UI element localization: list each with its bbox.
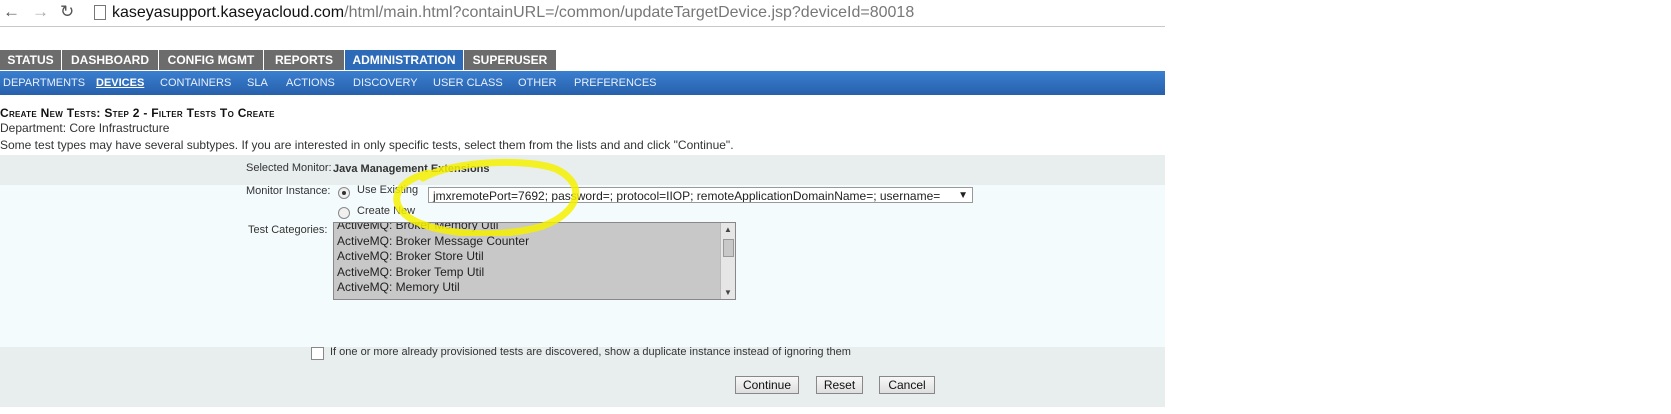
sub-navigation: DEPARTMENTS DEVICES CONTAINERS SLA ACTIO… [0, 71, 1165, 95]
use-existing-label[interactable]: Use Existing [357, 184, 418, 196]
monitor-instance-label: Monitor Instance: [246, 185, 331, 197]
continue-button[interactable]: Continue [735, 376, 799, 394]
list-item[interactable]: ActiveMQ: Broker Store Util [334, 249, 735, 265]
subnav-sla[interactable]: SLA [247, 71, 268, 95]
back-arrow-icon[interactable]: ← [3, 2, 20, 22]
monitor-instance-value: jmxremotePort=7692; password=; protocol=… [433, 189, 941, 203]
browser-address-bar: ← → ↻ kaseyasupport.kaseyacloud.com/html… [0, 0, 1165, 27]
department-text: Department: Core Infrastructure [0, 121, 170, 135]
tab-reports[interactable]: REPORTS [264, 50, 345, 70]
list-scrollbar[interactable]: ▲ ▼ [720, 223, 735, 299]
selected-monitor-value: Java Management Extensions [333, 163, 490, 175]
scroll-thumb[interactable] [723, 239, 734, 257]
list-item[interactable]: ActiveMQ: Broker Message Counter [334, 234, 735, 250]
create-new-radio[interactable] [338, 207, 350, 219]
reset-button[interactable]: Reset [816, 376, 863, 394]
tab-status[interactable]: STATUS [0, 50, 62, 70]
use-existing-radio[interactable] [338, 187, 350, 199]
duplicate-instance-checkbox[interactable] [311, 347, 324, 360]
selected-monitor-row [0, 155, 1165, 185]
create-new-label[interactable]: Create New [357, 205, 415, 217]
forward-arrow-icon[interactable]: → [32, 2, 49, 22]
cancel-button[interactable]: Cancel [879, 376, 935, 394]
test-categories-list[interactable]: ActiveMQ: Broker Memory Util ActiveMQ: B… [333, 222, 736, 300]
duplicate-instance-label: If one or more already provisioned tests… [330, 346, 851, 358]
selected-monitor-label: Selected Monitor: [246, 162, 332, 174]
tab-administration[interactable]: ADMINISTRATION [345, 50, 464, 70]
subnav-devices[interactable]: DEVICES [96, 71, 144, 95]
subnav-other[interactable]: OTHER [518, 71, 557, 95]
subnav-departments[interactable]: DEPARTMENTS [3, 71, 85, 95]
subnav-actions[interactable]: ACTIONS [286, 71, 335, 95]
dropdown-arrow-icon: ▼ [958, 190, 968, 201]
monitor-instance-select[interactable]: jmxremotePort=7692; password=; protocol=… [428, 187, 973, 203]
subnav-containers[interactable]: CONTAINERS [160, 71, 231, 95]
instructions-text: Some test types may have several subtype… [0, 138, 734, 152]
tab-dashboard[interactable]: DASHBOARD [62, 50, 159, 70]
scroll-up-icon[interactable]: ▲ [724, 225, 732, 234]
page-title: Create New Tests: Step 2 - Filter Tests … [0, 106, 275, 120]
url-field[interactable]: kaseyasupport.kaseyacloud.com/html/main.… [112, 3, 914, 23]
subnav-preferences[interactable]: PREFERENCES [574, 71, 657, 95]
tab-superuser[interactable]: SUPERUSER [464, 50, 557, 70]
tab-config-mgmt[interactable]: CONFIG MGMT [159, 50, 264, 70]
url-host: kaseyasupport.kaseyacloud.com [112, 4, 345, 21]
subnav-user-class[interactable]: USER CLASS [433, 71, 503, 95]
list-item[interactable]: ActiveMQ: Memory Util [334, 280, 735, 296]
scroll-down-icon[interactable]: ▼ [724, 288, 732, 297]
main-tabs: STATUS DASHBOARD CONFIG MGMT REPORTS ADM… [0, 50, 1165, 70]
list-item[interactable]: ActiveMQ: Broker Memory Util [334, 223, 735, 234]
test-categories-label: Test Categories: [248, 224, 328, 236]
list-item[interactable]: ActiveMQ: Broker Temp Util [334, 265, 735, 281]
page-icon [94, 5, 106, 20]
reload-icon[interactable]: ↻ [60, 2, 74, 22]
subnav-discovery[interactable]: DISCOVERY [353, 71, 418, 95]
url-path: /html/main.html?containURL=/common/updat… [344, 4, 915, 21]
